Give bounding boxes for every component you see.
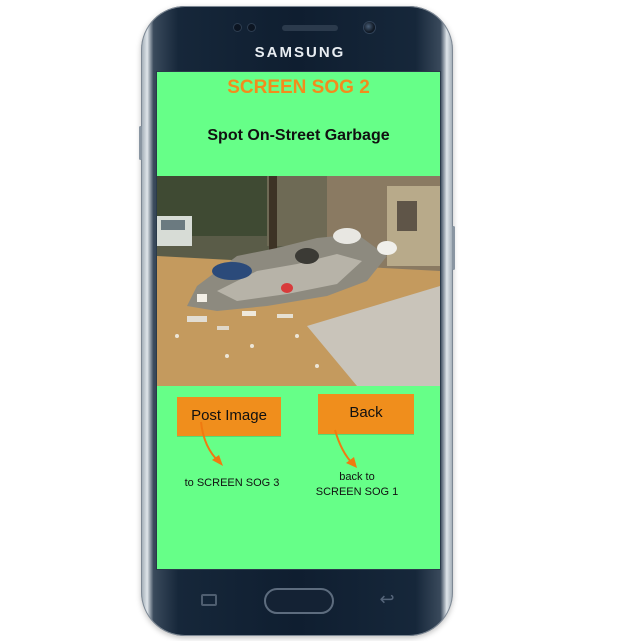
power-button <box>452 226 455 270</box>
post-image-target-note: to SCREEN SOG 3 <box>184 477 280 489</box>
light-sensor <box>248 24 255 31</box>
back-target-note: back to SCREEN SOG 1 <box>302 470 412 500</box>
phone-screen: SCREEN SOG 2 Spot On-Street Garbage Post… <box>156 71 441 570</box>
home-button[interactable] <box>264 588 334 614</box>
back-icon[interactable]: ↩ <box>376 590 398 608</box>
recents-icon[interactable] <box>201 594 217 606</box>
earpiece-speaker <box>282 25 338 31</box>
volume-button <box>139 126 142 160</box>
front-camera <box>364 22 375 33</box>
proximity-sensor <box>234 24 241 31</box>
back-target-note-line2: SCREEN SOG 1 <box>315 486 399 498</box>
back-target-note-line1: back to <box>339 471 375 483</box>
brand-logo: SAMSUNG <box>254 44 346 61</box>
